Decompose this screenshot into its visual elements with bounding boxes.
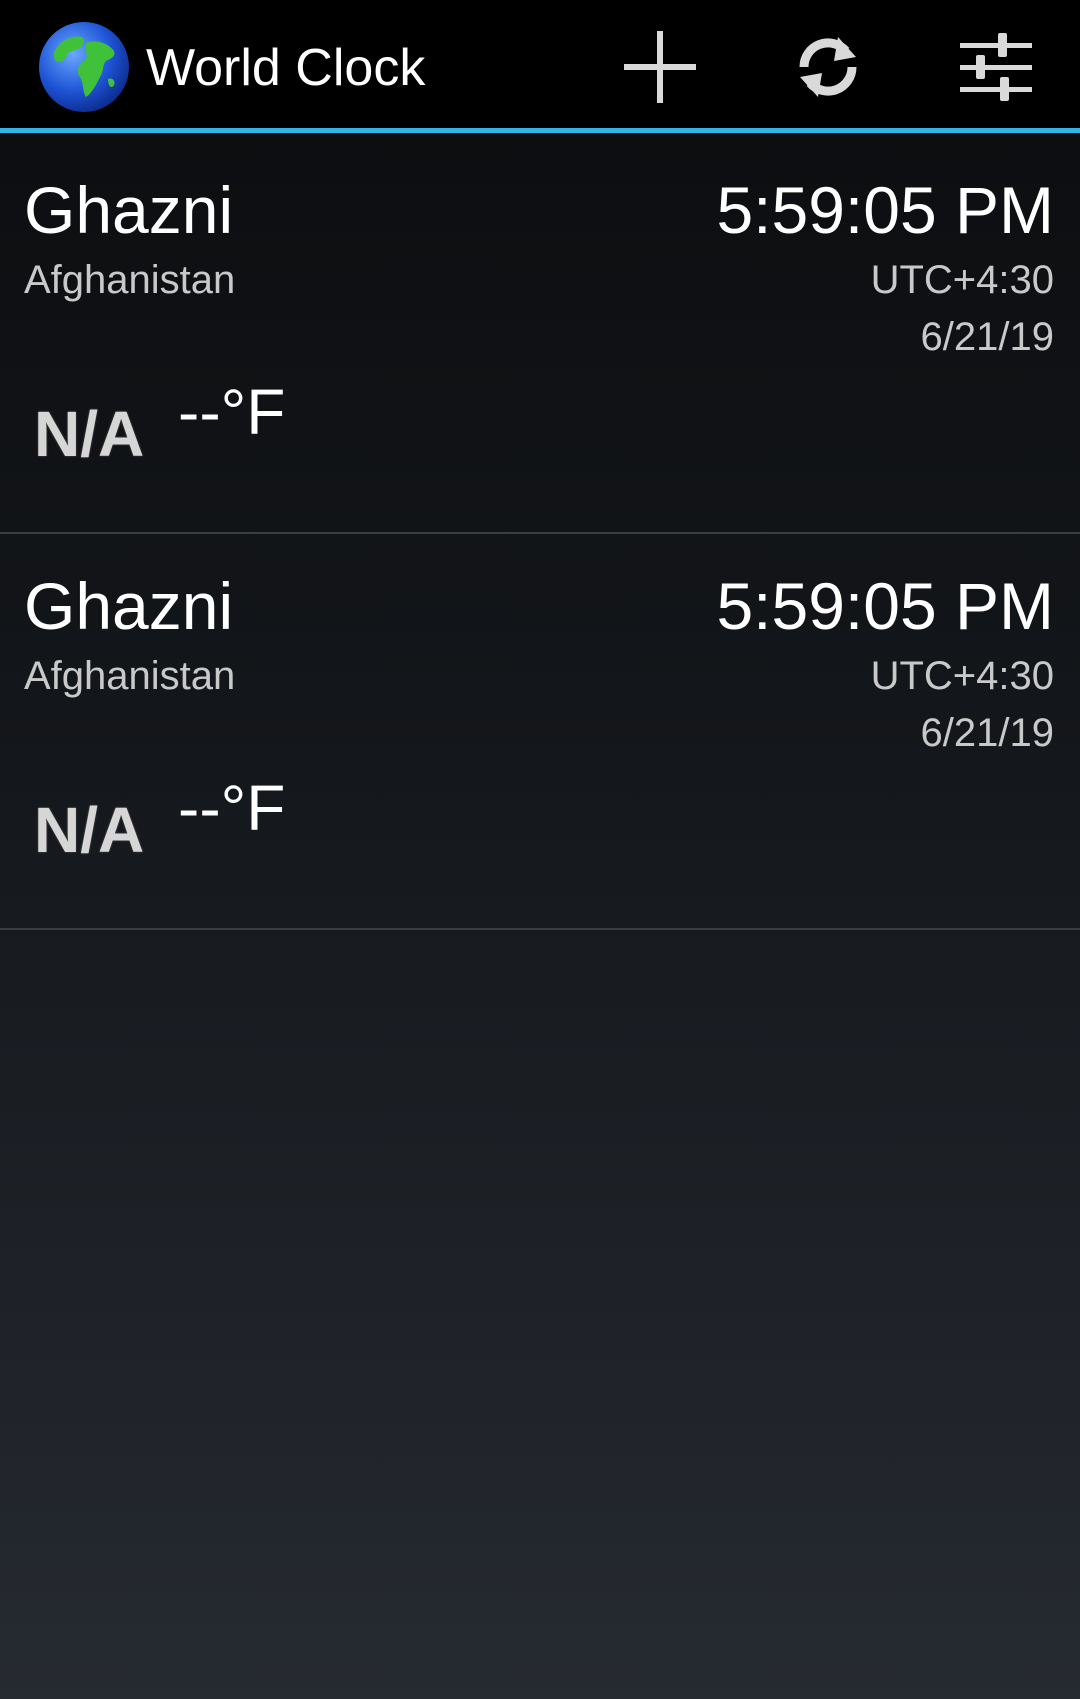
plus-icon — [624, 31, 696, 103]
clock-row[interactable]: Ghazni Afghanistan 5:59:05 PM UTC+4:30 6… — [0, 534, 1080, 930]
add-button[interactable] — [600, 22, 720, 112]
city-name: Ghazni — [24, 569, 234, 643]
country-name: Afghanistan — [24, 258, 236, 302]
action-bar: World Clock — [0, 0, 1080, 133]
weather-icon: N/A — [34, 398, 145, 470]
local-time: 5:59:05 PM — [716, 173, 1054, 247]
settings-button[interactable] — [936, 22, 1056, 112]
globe-icon[interactable] — [38, 21, 130, 113]
refresh-button[interactable] — [768, 22, 888, 112]
utc-offset: UTC+4:30 — [870, 654, 1054, 698]
clock-list: Ghazni Afghanistan 5:59:05 PM UTC+4:30 6… — [0, 138, 1080, 930]
refresh-icon — [799, 37, 857, 97]
local-date: 6/21/19 — [920, 315, 1054, 359]
temperature: --°F — [178, 376, 286, 448]
utc-offset: UTC+4:30 — [870, 258, 1054, 302]
city-name: Ghazni — [24, 173, 234, 247]
country-name: Afghanistan — [24, 654, 236, 698]
local-date: 6/21/19 — [920, 711, 1054, 755]
sliders-icon — [960, 33, 1032, 101]
clock-row[interactable]: Ghazni Afghanistan 5:59:05 PM UTC+4:30 6… — [0, 138, 1080, 534]
weather-icon: N/A — [34, 794, 145, 866]
temperature: --°F — [178, 772, 286, 844]
local-time: 5:59:05 PM — [716, 569, 1054, 643]
app-title: World Clock — [146, 39, 426, 97]
